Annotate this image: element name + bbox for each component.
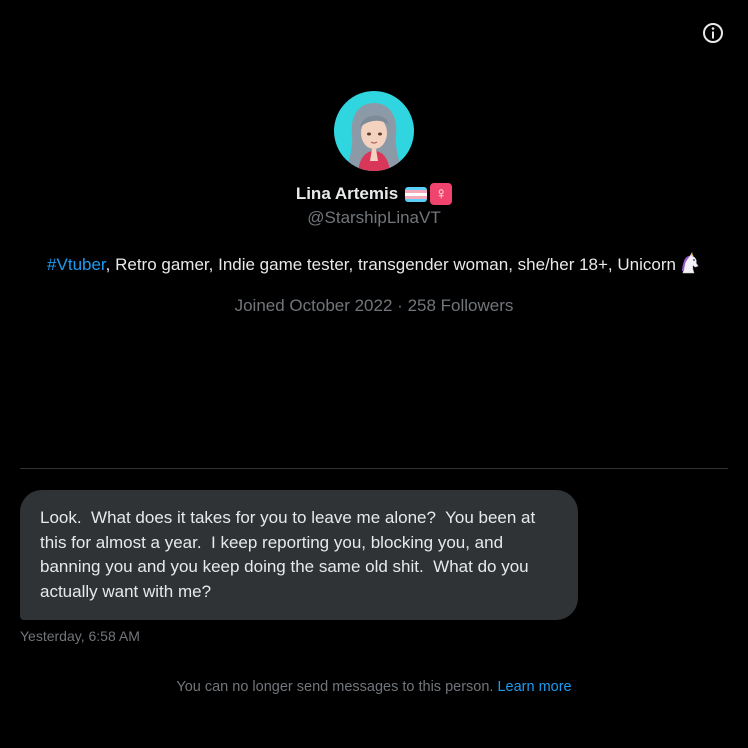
message-timestamp: Yesterday, 6:58 AM — [20, 628, 140, 644]
name-row: Lina Artemis ♀ — [0, 182, 748, 206]
female-sign-icon: ♀ — [430, 183, 453, 205]
notice-text: You can no longer send messages to this … — [176, 679, 494, 695]
profile-handle: @StarshipLinaVT — [307, 208, 441, 227]
divider — [20, 468, 728, 469]
profile-summary: Lina Artemis ♀ @StarshipLinaVT #Vtuber, … — [0, 91, 748, 316]
profile-bio: #Vtuber, Retro gamer, Indie game tester,… — [34, 252, 714, 281]
bio-hashtag-link[interactable]: #Vtuber — [47, 255, 106, 274]
transgender-flag-icon — [405, 186, 428, 202]
learn-more-link[interactable]: Learn more — [497, 679, 571, 695]
avatar-image — [334, 91, 414, 171]
meta-separator: · — [397, 296, 403, 315]
unicorn-icon — [679, 252, 701, 281]
avatar[interactable] — [334, 91, 414, 171]
joined-date: Joined October 2022 — [234, 296, 393, 315]
messaging-disabled-notice: You can no longer send messages to this … — [0, 679, 748, 695]
followers-count[interactable]: 258 Followers — [408, 296, 514, 315]
info-button[interactable] — [701, 21, 725, 45]
bio-text: , Retro gamer, Indie game tester, transg… — [105, 255, 676, 274]
profile-meta: Joined October 2022 · 258 Followers — [0, 296, 748, 316]
display-name[interactable]: Lina Artemis — [296, 184, 398, 204]
info-circle-icon — [703, 23, 723, 43]
message-bubble[interactable]: Look. What does it takes for you to leav… — [20, 490, 578, 620]
